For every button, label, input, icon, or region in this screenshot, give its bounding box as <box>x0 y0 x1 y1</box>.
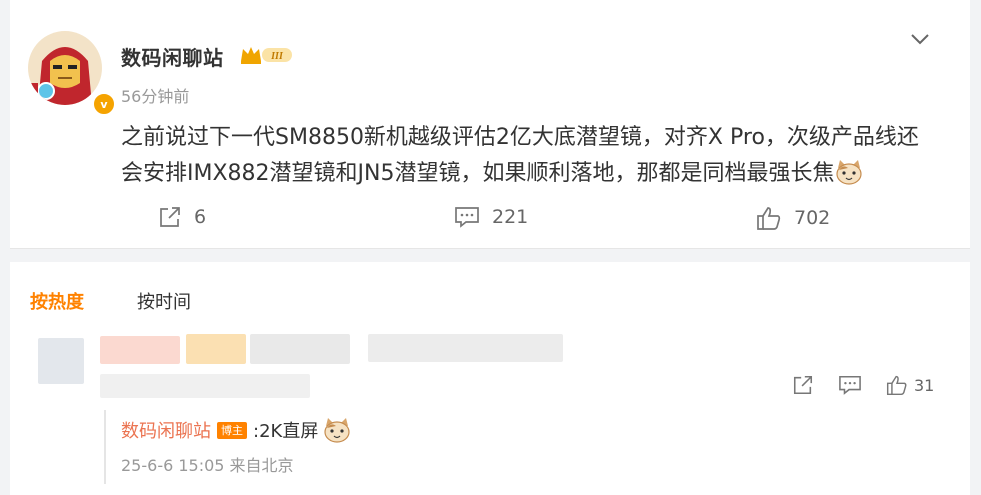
post-time[interactable]: 56分钟前 <box>121 83 189 107</box>
post-text-line-1: 之前说过下一代SM8850新机越级评估2亿大底潜望镜，对齐X Pro，次级产品线… <box>121 125 919 150</box>
sort-by-hot-tab[interactable]: 按热度 <box>30 288 84 314</box>
like-icon <box>886 375 907 396</box>
repost-count: 6 <box>194 206 207 228</box>
like-icon <box>757 207 781 230</box>
verified-badge: v <box>92 92 116 116</box>
repost-icon <box>160 207 180 227</box>
blurred-commenter-avatar <box>38 338 84 384</box>
reply-text: :2K直屏 <box>253 421 319 442</box>
comment-like-button[interactable]: 31 <box>886 374 934 396</box>
blurred-commenter-name <box>100 336 180 364</box>
post-text-line-2-content: 会安排IMX882潜望镜和JN5潜望镜，如果顺利落地，那都是同档最强长焦 <box>121 161 835 186</box>
blogger-badge: 博主 <box>217 421 247 439</box>
comment-reply-button[interactable] <box>838 374 862 396</box>
comment-count: 221 <box>492 206 529 228</box>
comment-like-count: 31 <box>914 375 935 395</box>
reply-author[interactable]: 数码闲聊站 <box>121 417 211 443</box>
author-name[interactable]: 数码闲聊站 <box>121 42 224 71</box>
reply-meta: 25-6-6 15:05 来自北京 <box>121 456 294 475</box>
comment-icon <box>455 207 479 228</box>
like-button[interactable]: 702 <box>756 205 830 231</box>
crown-badge[interactable]: III <box>240 45 294 65</box>
comment-icon <box>839 375 861 395</box>
ironman-avatar-icon <box>28 31 102 105</box>
chevron-down-icon <box>911 34 929 45</box>
repost-icon <box>793 375 813 395</box>
crown-level-text: III <box>270 51 284 62</box>
blurred-comment-text-1 <box>250 334 350 364</box>
post-text: 之前说过下一代SM8850新机越级评估2亿大底潜望镜，对齐X Pro，次级产品线… <box>121 120 951 192</box>
blurred-comment-text-2 <box>368 334 563 362</box>
cat-emoji <box>836 160 863 185</box>
blurred-comment-meta <box>100 374 310 398</box>
author-avatar[interactable] <box>28 31 102 105</box>
weibo-page: v 数码闲聊站 III 56分钟前 之前说过下一代SM8850新机越级评估2亿大… <box>0 0 981 495</box>
sort-by-time-tab[interactable]: 按时间 <box>137 288 191 314</box>
blurred-commenter-badge <box>186 334 246 364</box>
repost-button[interactable]: 6 <box>158 205 206 229</box>
crown-icon: III <box>241 47 292 64</box>
more-menu[interactable] <box>909 30 931 48</box>
post-text-line-2: 会安排IMX882潜望镜和JN5潜望镜，如果顺利落地，那都是同档最强长焦 <box>121 156 951 192</box>
comment-button[interactable]: 221 <box>454 205 528 229</box>
reply-divider <box>104 410 106 484</box>
comment-repost-button[interactable] <box>792 374 814 396</box>
cat-emoji <box>324 418 350 443</box>
reply-item: 数码闲聊站 博主 :2K直屏 <box>121 416 352 444</box>
like-count: 702 <box>794 207 831 229</box>
